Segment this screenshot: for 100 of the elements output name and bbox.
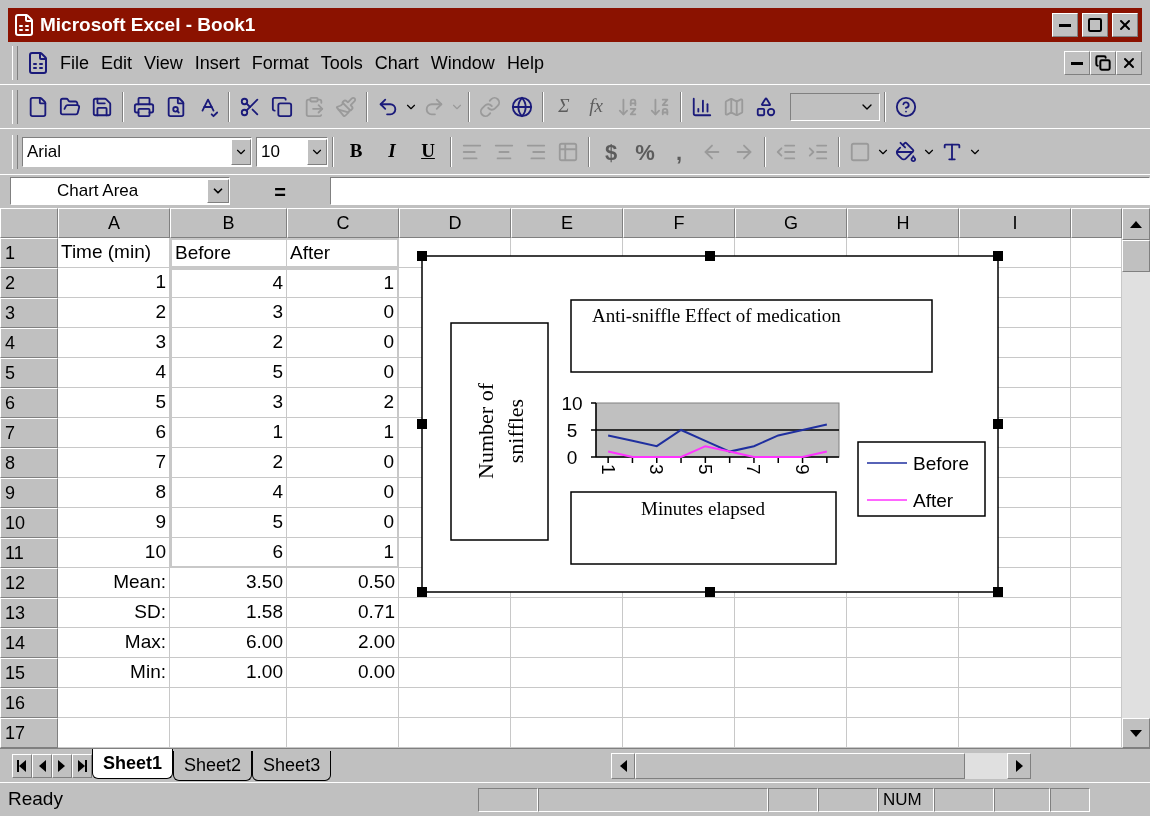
- formula-equals-button[interactable]: =: [230, 176, 330, 205]
- y-tick-label: 5: [566, 420, 578, 441]
- formula-bar[interactable]: [330, 176, 1150, 205]
- sheet-tab[interactable]: Sheet1: [92, 748, 174, 779]
- row-header[interactable]: 16: [0, 688, 58, 718]
- num-lock-indicator: NUM: [878, 787, 934, 812]
- column-header[interactable]: G: [735, 208, 847, 238]
- zoom-dropdown[interactable]: [790, 92, 880, 121]
- row-header[interactable]: 8: [0, 448, 58, 478]
- scroll-thumb[interactable]: [1122, 240, 1150, 272]
- sheet-tab[interactable]: Sheet3: [252, 750, 332, 781]
- minimize-button[interactable]: [1052, 13, 1078, 37]
- scroll-thumb[interactable]: [635, 752, 966, 779]
- restore-button[interactable]: [1090, 51, 1116, 75]
- row-header[interactable]: 7: [0, 418, 58, 448]
- excel-logo-icon: [12, 13, 36, 37]
- column-header[interactable]: B: [170, 208, 287, 238]
- legend-label: After: [913, 490, 954, 511]
- table-cell: 3: [58, 328, 170, 358]
- column-header[interactable]: E: [511, 208, 623, 238]
- x-tick-label: 5: [694, 464, 716, 475]
- format-button[interactable]: B: [338, 135, 374, 168]
- selection-handle[interactable]: [417, 251, 427, 261]
- column-header[interactable]: C: [287, 208, 399, 238]
- selection-handle[interactable]: [993, 251, 1003, 261]
- sheet-tab[interactable]: Sheet2: [173, 750, 253, 781]
- row-header[interactable]: 6: [0, 388, 58, 418]
- minimize-icon: [1071, 61, 1083, 65]
- format-button[interactable]: U: [410, 135, 446, 168]
- vertical-scrollbar[interactable]: [1122, 208, 1150, 748]
- maximize-button[interactable]: [1082, 13, 1108, 37]
- column-header[interactable]: A: [58, 208, 170, 238]
- table-cell: 2: [170, 328, 287, 358]
- column-header[interactable]: H: [847, 208, 959, 238]
- row-header[interactable]: 3: [0, 298, 58, 328]
- row-header[interactable]: 1: [0, 238, 58, 268]
- row-header[interactable]: 14: [0, 628, 58, 658]
- scroll-left-icon: [619, 759, 627, 772]
- minimize-button[interactable]: [1064, 51, 1090, 75]
- table-cell: 1.58: [170, 598, 287, 628]
- row-header[interactable]: 12: [0, 568, 58, 598]
- row-header[interactable]: 11: [0, 538, 58, 568]
- status-panel: [934, 787, 994, 812]
- close-button[interactable]: [1112, 13, 1138, 37]
- menu-item[interactable]: Edit: [95, 49, 139, 77]
- menu-item[interactable]: Format: [245, 49, 315, 77]
- menu-item[interactable]: View: [138, 49, 189, 77]
- selection-handle[interactable]: [417, 419, 427, 429]
- menu-item[interactable]: Tools: [314, 49, 369, 77]
- sheet-nav-button[interactable]: [72, 753, 92, 778]
- scroll-right-button[interactable]: [1007, 752, 1032, 779]
- sheet-nav-button[interactable]: [32, 753, 52, 778]
- table-cell: 9: [58, 508, 170, 538]
- table-cell: 3.50: [170, 568, 287, 598]
- row-header[interactable]: 5: [0, 358, 58, 388]
- selection-handle[interactable]: [705, 587, 715, 597]
- table-cell: 0: [287, 508, 399, 538]
- row-header[interactable]: 17: [0, 718, 58, 748]
- scroll-up-button[interactable]: [1122, 208, 1150, 240]
- y-tick-label: 0: [566, 447, 578, 468]
- menu-item[interactable]: Insert: [188, 49, 246, 77]
- selection-handle[interactable]: [993, 587, 1003, 597]
- row-header[interactable]: 10: [0, 508, 58, 538]
- window-title: Microsoft Excel - Book1: [40, 12, 257, 37]
- close-icon: [1121, 55, 1137, 71]
- column-header[interactable]: I: [959, 208, 1071, 238]
- size-dropdown[interactable]: 10: [256, 136, 328, 167]
- column-header[interactable]: D: [399, 208, 511, 238]
- toolbar-grip[interactable]: [12, 89, 18, 124]
- row-header[interactable]: 9: [0, 478, 58, 508]
- selection-handle[interactable]: [705, 251, 715, 261]
- row-header[interactable]: 13: [0, 598, 58, 628]
- x-tick-label: 1: [597, 464, 619, 475]
- selection-handle[interactable]: [993, 419, 1003, 429]
- sheet-nav-button[interactable]: [12, 753, 32, 778]
- close-button[interactable]: [1116, 51, 1142, 75]
- font-dropdown[interactable]: Arial: [22, 136, 252, 167]
- column-header[interactable]: F: [623, 208, 735, 238]
- menu-item[interactable]: Chart: [368, 49, 425, 77]
- scroll-down-button[interactable]: [1122, 718, 1150, 748]
- row-header[interactable]: 15: [0, 658, 58, 688]
- restore-icon: [1095, 55, 1111, 71]
- table-cell: 5: [58, 388, 170, 418]
- x-tick-label: 3: [646, 464, 668, 475]
- selection-handle[interactable]: [417, 587, 427, 597]
- name-box[interactable]: Chart Area: [10, 176, 230, 205]
- horizontal-scrollbar[interactable]: [611, 752, 1032, 779]
- menu-item[interactable]: Help: [500, 49, 550, 77]
- toolbar-grip[interactable]: [12, 46, 18, 80]
- row-header[interactable]: 4: [0, 328, 58, 358]
- row-header[interactable]: 2: [0, 268, 58, 298]
- column-header[interactable]: [1071, 208, 1122, 238]
- sheet-nav-button[interactable]: [52, 753, 72, 778]
- select-all-button[interactable]: [0, 208, 58, 238]
- scroll-left-button[interactable]: [611, 752, 636, 779]
- format-button[interactable]: I: [374, 135, 410, 168]
- table-cell: 2: [58, 298, 170, 328]
- toolbar-grip[interactable]: [12, 134, 18, 169]
- menu-item[interactable]: File: [54, 49, 95, 77]
- menu-item[interactable]: Window: [424, 49, 501, 77]
